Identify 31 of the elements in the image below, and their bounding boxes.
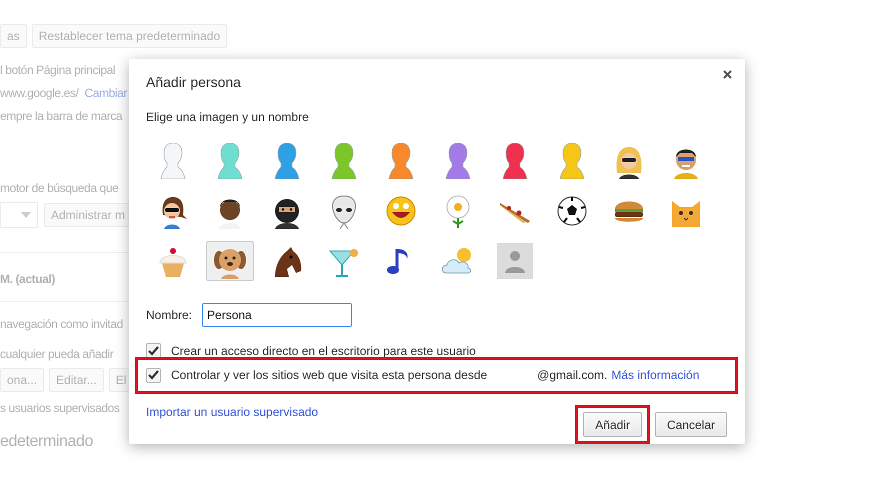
change-link[interactable]: Cambiar	[84, 86, 127, 100]
dialog-subtitle: Elige una imagen y un nombre	[146, 109, 310, 125]
theme-button[interactable]: as	[0, 24, 27, 48]
import-link[interactable]: Importar un usuario supervisado	[146, 405, 318, 419]
option-label: Crear un acceso directo en el escritorio para este usuario	[171, 344, 476, 358]
guest-text: navegación como invitad	[0, 316, 123, 332]
more-info-link[interactable]: Más información	[611, 368, 700, 382]
supervised-text: s usuarios supervisados	[0, 400, 120, 416]
checkbox[interactable]	[146, 343, 161, 358]
person-icon	[497, 243, 533, 279]
theme-button[interactable]: Restablecer tema predeterminado	[32, 24, 228, 48]
user-button[interactable]: Editar...	[49, 368, 104, 392]
dialog-title: Añadir persona	[146, 73, 241, 91]
add-button[interactable]: Añadir	[583, 412, 642, 437]
cancel-button[interactable]: Cancelar	[654, 412, 727, 437]
close-icon	[723, 70, 732, 79]
user-button[interactable]: ona...	[0, 368, 44, 392]
option-label: Controlar y ver los sitios web que visita esta persona desde	[171, 368, 488, 382]
current-user: M. (actual)	[0, 271, 55, 287]
home-button-text: l botón Página principal	[0, 62, 116, 78]
name-label: Nombre:	[146, 308, 192, 322]
section-heading: edeterminado	[0, 434, 94, 450]
email-text: @gmail.com.	[537, 368, 608, 382]
bookmarks-text: empre la barra de marca	[0, 108, 122, 124]
search-engine-text: motor de búsqueda que	[0, 180, 118, 196]
caret-icon	[21, 212, 31, 218]
anyone-text: cualquier pueda añadir	[0, 346, 114, 362]
name-field[interactable]: Persona	[202, 303, 352, 327]
homepage-url: www.google.es/	[0, 85, 78, 101]
checkbox[interactable]	[146, 368, 161, 383]
close-button[interactable]	[723, 70, 732, 79]
